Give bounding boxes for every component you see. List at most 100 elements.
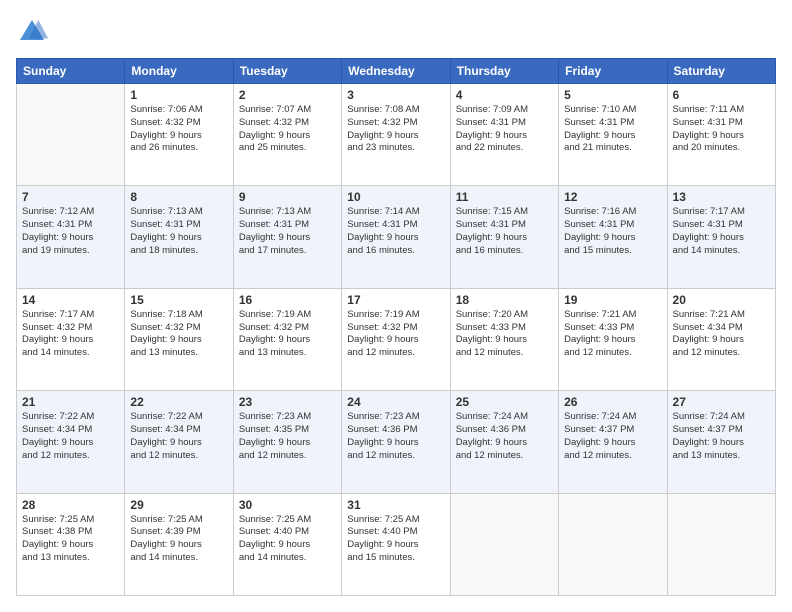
calendar-cell: 31 Sunrise: 7:25 AM Sunset: 4:40 PM Dayli… (342, 493, 450, 595)
day-number: 31 (347, 498, 444, 512)
day-number: 25 (456, 395, 553, 409)
day-number: 30 (239, 498, 336, 512)
header (16, 16, 776, 48)
day-info: Sunrise: 7:07 AM Sunset: 4:32 PM Dayligh… (239, 104, 336, 155)
day-info: Sunrise: 7:16 AM Sunset: 4:31 PM Dayligh… (564, 206, 661, 257)
calendar-cell: 5 Sunrise: 7:10 AM Sunset: 4:31 PM Daylig… (559, 84, 667, 186)
calendar-header-sunday: Sunday (17, 59, 125, 84)
logo-icon (16, 16, 48, 48)
calendar-cell: 3Sunrise: 7:08 AM Sunset: 4:32 PM Daylig… (342, 84, 450, 186)
day-info: Sunrise: 7:19 AM Sunset: 4:32 PM Dayligh… (347, 309, 444, 360)
day-number: 10 (347, 190, 444, 204)
day-number: 21 (22, 395, 119, 409)
day-info: Sunrise: 7:25 AM Sunset: 4:40 PM Dayligh… (239, 514, 336, 565)
page: SundayMondayTuesdayWednesdayThursdayFrid… (0, 0, 792, 612)
day-info: Sunrise: 7:13 AM Sunset: 4:31 PM Dayligh… (130, 206, 227, 257)
logo (16, 16, 50, 48)
day-info: Sunrise: 7:06 AM Sunset: 4:32 PM Dayligh… (130, 104, 227, 155)
day-number: 16 (239, 293, 336, 307)
calendar-cell: 22Sunrise: 7:22 AM Sunset: 4:34 PM Dayli… (125, 391, 233, 493)
day-info: Sunrise: 7:24 AM Sunset: 4:37 PM Dayligh… (564, 411, 661, 462)
calendar-week-row: 1 Sunrise: 7:06 AM Sunset: 4:32 PM Daylig… (17, 84, 776, 186)
day-number: 2 (239, 88, 336, 102)
calendar-cell (559, 493, 667, 595)
day-info: Sunrise: 7:23 AM Sunset: 4:35 PM Dayligh… (239, 411, 336, 462)
calendar-header-row: SundayMondayTuesdayWednesdayThursdayFrid… (17, 59, 776, 84)
calendar-cell: 7Sunrise: 7:12 AM Sunset: 4:31 PM Daylig… (17, 186, 125, 288)
day-info: Sunrise: 7:24 AM Sunset: 4:36 PM Dayligh… (456, 411, 553, 462)
day-info: Sunrise: 7:25 AM Sunset: 4:38 PM Dayligh… (22, 514, 119, 565)
calendar-cell: 27 Sunrise: 7:24 AM Sunset: 4:37 PM Dayli… (667, 391, 775, 493)
calendar-cell: 17 Sunrise: 7:19 AM Sunset: 4:32 PM Dayli… (342, 288, 450, 390)
day-info: Sunrise: 7:11 AM Sunset: 4:31 PM Dayligh… (673, 104, 770, 155)
calendar-cell: 19 Sunrise: 7:21 AM Sunset: 4:33 PM Dayli… (559, 288, 667, 390)
day-number: 1 (130, 88, 227, 102)
calendar-cell: 28 Sunrise: 7:25 AM Sunset: 4:38 PM Dayli… (17, 493, 125, 595)
day-info: Sunrise: 7:22 AM Sunset: 4:34 PM Dayligh… (22, 411, 119, 462)
day-number: 3 (347, 88, 444, 102)
calendar-header-thursday: Thursday (450, 59, 558, 84)
day-number: 8 (130, 190, 227, 204)
day-number: 14 (22, 293, 119, 307)
calendar-cell: 2 Sunrise: 7:07 AM Sunset: 4:32 PM Daylig… (233, 84, 341, 186)
day-info: Sunrise: 7:15 AM Sunset: 4:31 PM Dayligh… (456, 206, 553, 257)
calendar-cell: 10 Sunrise: 7:14 AM Sunset: 4:31 PM Dayli… (342, 186, 450, 288)
calendar-cell: 16 Sunrise: 7:19 AM Sunset: 4:32 PM Dayli… (233, 288, 341, 390)
calendar-cell: 9 Sunrise: 7:13 AM Sunset: 4:31 PM Daylig… (233, 186, 341, 288)
day-info: Sunrise: 7:20 AM Sunset: 4:33 PM Dayligh… (456, 309, 553, 360)
day-number: 19 (564, 293, 661, 307)
calendar-cell: 21 Sunrise: 7:22 AM Sunset: 4:34 PM Dayli… (17, 391, 125, 493)
day-number: 17 (347, 293, 444, 307)
calendar-cell (667, 493, 775, 595)
calendar-cell: 14 Sunrise: 7:17 AM Sunset: 4:32 PM Dayli… (17, 288, 125, 390)
day-info: Sunrise: 7:24 AM Sunset: 4:37 PM Dayligh… (673, 411, 770, 462)
day-info: Sunrise: 7:17 AM Sunset: 4:31 PM Dayligh… (673, 206, 770, 257)
calendar-cell: 23Sunrise: 7:23 AM Sunset: 4:35 PM Dayli… (233, 391, 341, 493)
day-info: Sunrise: 7:21 AM Sunset: 4:34 PM Dayligh… (673, 309, 770, 360)
day-number: 9 (239, 190, 336, 204)
day-number: 20 (673, 293, 770, 307)
day-info: Sunrise: 7:25 AM Sunset: 4:40 PM Dayligh… (347, 514, 444, 565)
calendar-cell: 13 Sunrise: 7:17 AM Sunset: 4:31 PM Dayli… (667, 186, 775, 288)
day-info: Sunrise: 7:22 AM Sunset: 4:34 PM Dayligh… (130, 411, 227, 462)
day-info: Sunrise: 7:14 AM Sunset: 4:31 PM Dayligh… (347, 206, 444, 257)
day-number: 13 (673, 190, 770, 204)
day-number: 6 (673, 88, 770, 102)
calendar-cell: 1 Sunrise: 7:06 AM Sunset: 4:32 PM Daylig… (125, 84, 233, 186)
calendar-header-monday: Monday (125, 59, 233, 84)
calendar-cell: 18 Sunrise: 7:20 AM Sunset: 4:33 PM Dayli… (450, 288, 558, 390)
calendar-header-tuesday: Tuesday (233, 59, 341, 84)
day-info: Sunrise: 7:25 AM Sunset: 4:39 PM Dayligh… (130, 514, 227, 565)
day-info: Sunrise: 7:19 AM Sunset: 4:32 PM Dayligh… (239, 309, 336, 360)
calendar-cell (17, 84, 125, 186)
day-number: 5 (564, 88, 661, 102)
calendar-cell: 30 Sunrise: 7:25 AM Sunset: 4:40 PM Dayli… (233, 493, 341, 595)
day-info: Sunrise: 7:10 AM Sunset: 4:31 PM Dayligh… (564, 104, 661, 155)
day-info: Sunrise: 7:18 AM Sunset: 4:32 PM Dayligh… (130, 309, 227, 360)
calendar-cell: 15 Sunrise: 7:18 AM Sunset: 4:32 PM Dayli… (125, 288, 233, 390)
calendar-cell: 4 Sunrise: 7:09 AM Sunset: 4:31 PM Daylig… (450, 84, 558, 186)
calendar-cell: 24Sunrise: 7:23 AM Sunset: 4:36 PM Dayli… (342, 391, 450, 493)
day-number: 15 (130, 293, 227, 307)
day-number: 4 (456, 88, 553, 102)
day-number: 27 (673, 395, 770, 409)
calendar-cell: 6 Sunrise: 7:11 AM Sunset: 4:31 PM Daylig… (667, 84, 775, 186)
day-info: Sunrise: 7:09 AM Sunset: 4:31 PM Dayligh… (456, 104, 553, 155)
day-info: Sunrise: 7:17 AM Sunset: 4:32 PM Dayligh… (22, 309, 119, 360)
calendar-cell: 29Sunrise: 7:25 AM Sunset: 4:39 PM Dayli… (125, 493, 233, 595)
calendar-header-wednesday: Wednesday (342, 59, 450, 84)
day-number: 18 (456, 293, 553, 307)
calendar-header-saturday: Saturday (667, 59, 775, 84)
day-number: 24 (347, 395, 444, 409)
day-number: 11 (456, 190, 553, 204)
calendar-header-friday: Friday (559, 59, 667, 84)
day-info: Sunrise: 7:13 AM Sunset: 4:31 PM Dayligh… (239, 206, 336, 257)
calendar-cell (450, 493, 558, 595)
calendar-week-row: 14 Sunrise: 7:17 AM Sunset: 4:32 PM Dayli… (17, 288, 776, 390)
day-number: 28 (22, 498, 119, 512)
calendar-cell: 20 Sunrise: 7:21 AM Sunset: 4:34 PM Dayli… (667, 288, 775, 390)
calendar-table: SundayMondayTuesdayWednesdayThursdayFrid… (16, 58, 776, 596)
day-info: Sunrise: 7:21 AM Sunset: 4:33 PM Dayligh… (564, 309, 661, 360)
calendar-week-row: 7Sunrise: 7:12 AM Sunset: 4:31 PM Daylig… (17, 186, 776, 288)
day-number: 26 (564, 395, 661, 409)
